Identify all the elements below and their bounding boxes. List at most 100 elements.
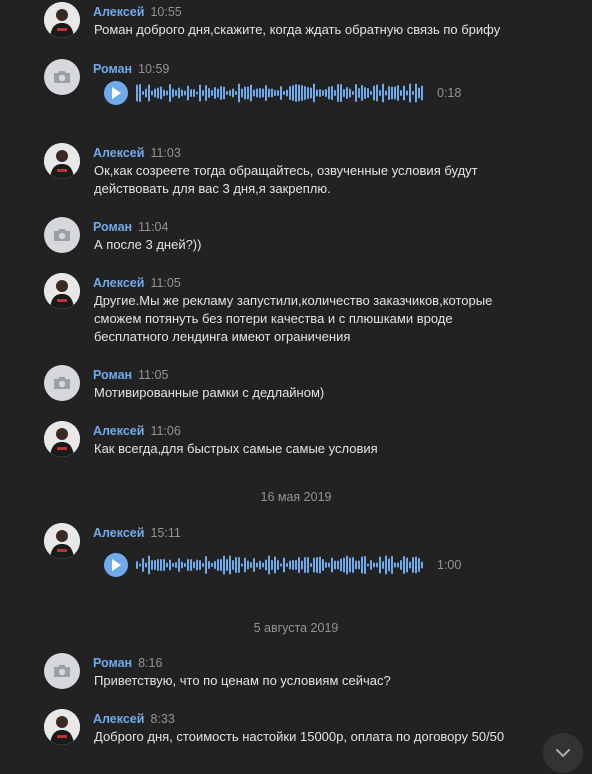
waveform-bar — [277, 90, 279, 96]
play-button[interactable] — [104, 553, 128, 577]
waveform-bar — [232, 88, 234, 98]
message-time[interactable]: 15:11 — [150, 526, 180, 540]
waveform-bar — [352, 557, 354, 573]
message-time[interactable]: 10:55 — [150, 5, 181, 19]
avatar[interactable] — [44, 421, 80, 457]
waveform-bar — [193, 561, 195, 569]
author-name[interactable]: Алексей — [93, 526, 144, 540]
waveform-bar — [421, 561, 423, 569]
message-text: А после 3 дней?)) — [94, 237, 202, 252]
avatar[interactable] — [44, 143, 80, 179]
play-button[interactable] — [104, 81, 128, 105]
waveform-bar — [247, 560, 249, 570]
waveform-bar — [196, 91, 198, 95]
waveform-bar — [400, 90, 402, 96]
waveform-bar — [412, 91, 414, 95]
waveform-bar — [181, 89, 183, 97]
avatar[interactable] — [44, 273, 80, 309]
waveform-bar — [223, 86, 225, 100]
waveform-bar — [169, 559, 171, 571]
message-time[interactable]: 11:03 — [150, 146, 180, 160]
message-header: Алексей 11:05 — [93, 274, 181, 292]
waveform-bar — [223, 555, 225, 575]
waveform-bar — [397, 85, 399, 101]
waveform-bar — [286, 89, 288, 97]
waveform-bar — [202, 90, 204, 96]
waveform-bar — [364, 556, 366, 574]
avatar[interactable] — [44, 365, 80, 401]
avatar[interactable] — [44, 59, 80, 95]
waveform-bar — [319, 556, 321, 574]
waveform-bar — [370, 560, 372, 570]
waveform-bar — [271, 560, 273, 570]
waveform-bar — [241, 563, 243, 567]
waveform-bar — [250, 84, 252, 102]
waveform-bar — [205, 556, 207, 574]
waveform-bar — [157, 559, 159, 571]
avatar[interactable] — [44, 217, 80, 253]
message-header: Роман 8:16 — [93, 654, 162, 672]
author-name[interactable]: Роман — [93, 656, 132, 670]
waveform-bar — [286, 563, 288, 567]
message-time[interactable]: 11:04 — [138, 220, 168, 234]
waveform-bar — [328, 562, 330, 568]
waveform[interactable] — [136, 81, 426, 105]
avatar[interactable] — [44, 653, 80, 689]
waveform-bar — [358, 560, 360, 570]
avatar[interactable] — [44, 523, 80, 559]
waveform-bar — [202, 563, 204, 567]
waveform-bar — [259, 560, 261, 570]
message-time[interactable]: 8:16 — [138, 656, 162, 670]
waveform-bar — [319, 89, 321, 97]
waveform-bar — [208, 561, 210, 569]
waveform-bar — [340, 84, 342, 102]
date-separator: 16 мая 2019 — [260, 490, 332, 504]
author-name[interactable]: Роман — [93, 62, 132, 76]
waveform-bar — [262, 88, 264, 98]
waveform-bar — [382, 83, 384, 103]
author-name[interactable]: Алексей — [93, 424, 144, 438]
waveform-bar — [208, 88, 210, 98]
author-name[interactable]: Алексей — [93, 5, 144, 19]
waveform-bar — [307, 87, 309, 99]
waveform-bar — [178, 87, 180, 99]
waveform-bar — [373, 562, 375, 568]
waveform-bar — [175, 562, 177, 568]
scroll-down-button[interactable] — [543, 733, 583, 773]
waveform-bar — [187, 559, 189, 571]
waveform-bar — [361, 85, 363, 101]
avatar[interactable] — [44, 709, 80, 745]
waveform-bar — [265, 559, 267, 571]
waveform-bar — [409, 561, 411, 569]
message-time[interactable]: 11:06 — [150, 424, 180, 438]
waveform-bar — [145, 88, 147, 98]
waveform-bar — [340, 558, 342, 572]
waveform-bar — [376, 84, 378, 102]
waveform-bar — [190, 89, 192, 97]
waveform-bar — [229, 90, 231, 96]
author-name[interactable]: Алексей — [93, 146, 144, 160]
message-time[interactable]: 8:33 — [150, 712, 174, 726]
waveform-bar — [367, 563, 369, 567]
message-time[interactable]: 10:59 — [138, 62, 169, 76]
waveform-bar — [379, 556, 381, 574]
author-name[interactable]: Роман — [93, 368, 132, 382]
waveform-bar — [211, 563, 213, 567]
author-name[interactable]: Алексей — [93, 712, 144, 726]
waveform-bar — [277, 560, 279, 570]
waveform-bar — [307, 557, 309, 573]
message-time[interactable]: 11:05 — [138, 368, 168, 382]
waveform-bar — [334, 90, 336, 96]
author-name[interactable]: Алексей — [93, 276, 144, 290]
user-photo — [44, 523, 80, 559]
waveform-bar — [193, 89, 195, 97]
author-name[interactable]: Роман — [93, 220, 132, 234]
message-text: Мотивированные рамки с дедлайном) — [94, 385, 325, 400]
waveform-bar — [289, 560, 291, 570]
waveform[interactable] — [136, 553, 426, 577]
avatar[interactable] — [44, 2, 80, 38]
message-time[interactable]: 11:05 — [150, 276, 180, 290]
waveform-bar — [172, 563, 174, 567]
waveform-bar — [406, 557, 408, 573]
waveform-bar — [388, 558, 390, 572]
